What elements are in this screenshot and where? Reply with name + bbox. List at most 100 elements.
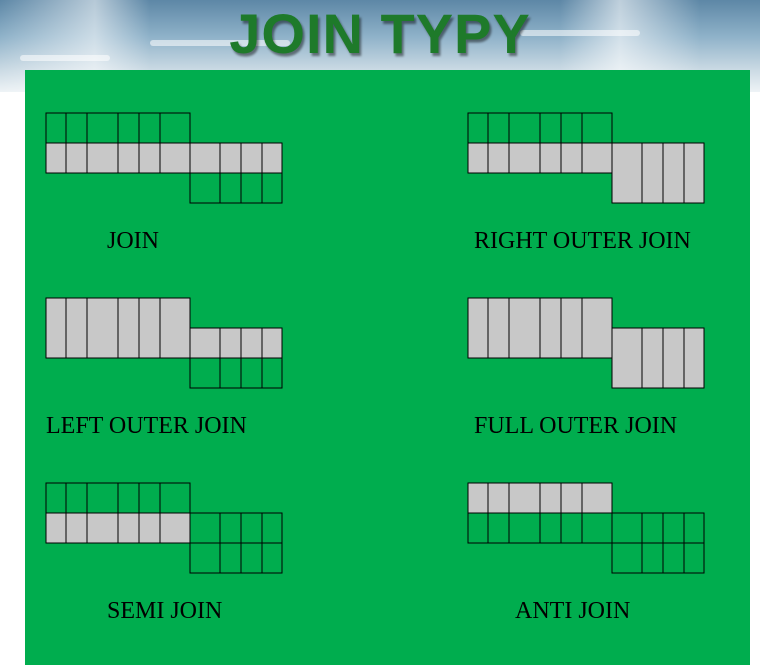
right-table-cell [683, 512, 705, 544]
left-table-cell [487, 512, 510, 544]
left-table-cell [86, 142, 119, 174]
left-table-cell [117, 297, 140, 359]
right-outer-join-label: RIGHT OUTER JOIN [474, 228, 691, 254]
left-table-cell [138, 482, 161, 514]
left-table-cell [65, 142, 88, 174]
left-table-cell [560, 482, 583, 514]
left-outer-join-label: LEFT OUTER JOIN [46, 413, 247, 439]
left-table-cell [487, 142, 510, 174]
right-table-cell [240, 512, 263, 544]
left-table-cell [560, 142, 583, 174]
left-table-cell [45, 512, 67, 544]
left-table-cell [487, 112, 510, 144]
right-table-cell [611, 327, 643, 389]
left-table-cell [508, 142, 541, 174]
right-table-cell [611, 512, 643, 544]
right-table-cell [219, 172, 242, 204]
left-table-cell [117, 112, 140, 144]
right-table-cell [662, 142, 685, 204]
left-table-cell [138, 112, 161, 144]
right-table-cell [261, 542, 283, 574]
left-table-cell [467, 297, 489, 359]
left-table-cell [539, 512, 562, 544]
right-table-cell [189, 512, 221, 544]
right-table-cell [261, 512, 283, 544]
right-table-cell [219, 542, 242, 574]
right-table-cell [240, 142, 263, 174]
right-table-cell [641, 542, 664, 574]
left-table-cell [65, 512, 88, 544]
left-table-cell [560, 297, 583, 359]
right-table-cell [662, 542, 685, 574]
right-table-cell [189, 172, 221, 204]
left-table-cell [560, 112, 583, 144]
left-table-cell [65, 112, 88, 144]
right-table-cell [641, 327, 664, 389]
left-table-cell [65, 297, 88, 359]
left-table-cell [508, 512, 541, 544]
left-table-cell [539, 482, 562, 514]
left-table-cell [86, 112, 119, 144]
anti-join-label: ANTI JOIN [515, 598, 631, 624]
semi-join-label: SEMI JOIN [107, 598, 223, 624]
right-table-cell [219, 327, 242, 359]
left-table-cell [138, 142, 161, 174]
left-table-cell [539, 297, 562, 359]
right-table-cell [219, 357, 242, 389]
left-table-cell [86, 482, 119, 514]
right-table-cell [641, 512, 664, 544]
left-table-cell [159, 142, 191, 174]
right-table-cell [219, 142, 242, 174]
right-table-cell [240, 172, 263, 204]
right-table-cell [240, 542, 263, 574]
left-table-cell [467, 112, 489, 144]
left-table-cell [560, 512, 583, 544]
left-table-cell [581, 297, 613, 359]
left-table-cell [539, 142, 562, 174]
right-table-cell [611, 142, 643, 204]
left-table-cell [159, 112, 191, 144]
left-table-cell [45, 297, 67, 359]
left-table-cell [45, 482, 67, 514]
left-table-cell [581, 142, 613, 174]
left-table-cell [581, 512, 613, 544]
left-table-cell [581, 482, 613, 514]
full-outer-join-label: FULL OUTER JOIN [474, 413, 678, 439]
right-table-cell [261, 172, 283, 204]
left-table-cell [45, 112, 67, 144]
left-table-cell [539, 112, 562, 144]
left-table-cell [45, 142, 67, 174]
left-table-cell [581, 112, 613, 144]
left-table-cell [117, 142, 140, 174]
right-table-cell [189, 327, 221, 359]
right-table-cell [641, 142, 664, 204]
left-table-cell [117, 482, 140, 514]
left-table-cell [138, 512, 161, 544]
join-diagrams [45, 112, 705, 574]
right-table-cell [683, 327, 705, 389]
left-table-cell [467, 142, 489, 174]
left-table-cell [86, 512, 119, 544]
join-label: JOIN [107, 228, 159, 254]
right-table-cell [683, 542, 705, 574]
right-table-cell [240, 357, 263, 389]
left-table-cell [65, 482, 88, 514]
left-table-cell [508, 482, 541, 514]
right-table-cell [261, 142, 283, 174]
left-table-cell [159, 297, 191, 359]
right-table-cell [189, 357, 221, 389]
right-table-cell [189, 142, 221, 174]
right-table-cell [662, 327, 685, 389]
right-table-cell [240, 327, 263, 359]
right-table-cell [219, 512, 242, 544]
left-table-cell [117, 512, 140, 544]
right-table-cell [261, 327, 283, 359]
left-table-cell [467, 482, 489, 514]
left-table-cell [508, 297, 541, 359]
right-table-cell [611, 542, 643, 574]
left-table-cell [138, 297, 161, 359]
left-table-cell [159, 512, 191, 544]
left-table-cell [487, 482, 510, 514]
right-table-cell [189, 542, 221, 574]
left-table-cell [467, 512, 489, 544]
